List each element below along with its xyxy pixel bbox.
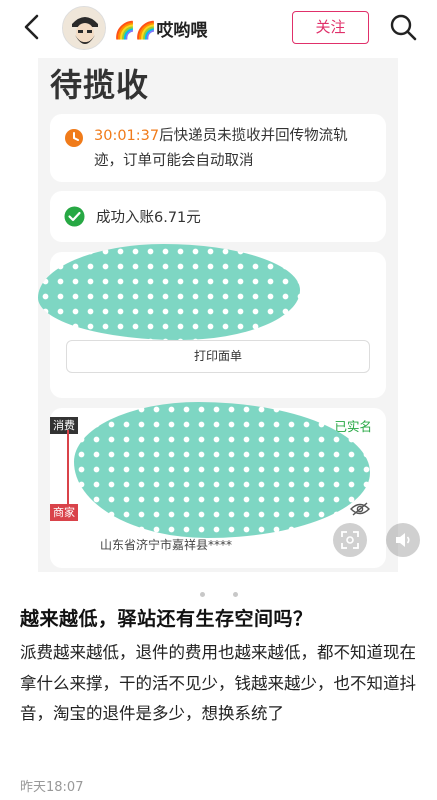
author-name[interactable]: 🌈🌈哎哟喂 xyxy=(114,16,207,41)
post-title: 越来越低，驿站还有生存空间吗？ xyxy=(20,608,313,630)
scan-button[interactable] xyxy=(333,523,367,557)
author-avatar[interactable] xyxy=(62,6,106,50)
back-button[interactable] xyxy=(18,12,48,42)
carousel-dot[interactable] xyxy=(199,592,205,597)
screenshot-status-title: 待揽收 xyxy=(50,66,150,104)
scan-icon xyxy=(341,531,359,549)
post-body: 派费越来越低，退件的费用也越来越低，都不知道现在拿什么来撑，干的活不见少，钱越来… xyxy=(20,643,416,723)
countdown-timer: 30:01:37 xyxy=(94,128,160,144)
speaker-icon xyxy=(396,533,410,547)
merchant-tag: 商家 xyxy=(50,504,78,521)
search-icon xyxy=(390,14,417,41)
clock-icon xyxy=(65,129,83,147)
credited-card: 成功入账6.71元 xyxy=(50,191,386,242)
search-button[interactable] xyxy=(388,12,418,42)
pickup-notice-card: 30:01:37后快递员未揽收并回传物流轨迹，订单可能会自动取消 xyxy=(50,114,386,182)
carousel-dot[interactable] xyxy=(232,592,238,597)
top-bar: 🌈🌈哎哟喂 关注 xyxy=(0,0,437,56)
post-timestamp: 昨天18:07 xyxy=(20,780,84,795)
privacy-sticker xyxy=(38,244,300,340)
print-label-button[interactable]: 打印面单 xyxy=(66,340,370,373)
back-arrow-icon xyxy=(24,14,39,40)
sender-address: 山东省济宁市嘉祥县**** xyxy=(100,538,233,552)
pickup-notice: 30:01:37后快递员未揽收并回传物流轨迹，订单可能会自动取消 xyxy=(94,124,376,174)
route-line xyxy=(67,430,69,508)
carousel-indicator xyxy=(0,582,437,597)
eye-hidden-icon[interactable] xyxy=(350,502,370,516)
avatar-illustration xyxy=(63,7,105,49)
post-image[interactable]: 待揽收 30:01:37后快递员未揽收并回传物流轨迹，订单可能会自动取消 成功入… xyxy=(38,58,398,572)
check-circle-icon xyxy=(64,206,85,227)
credited-amount: 成功入账6.71元 xyxy=(96,210,201,226)
follow-button[interactable]: 关注 xyxy=(292,11,369,44)
consumer-tag: 消费 xyxy=(50,417,78,434)
speaker-button[interactable] xyxy=(386,523,420,557)
